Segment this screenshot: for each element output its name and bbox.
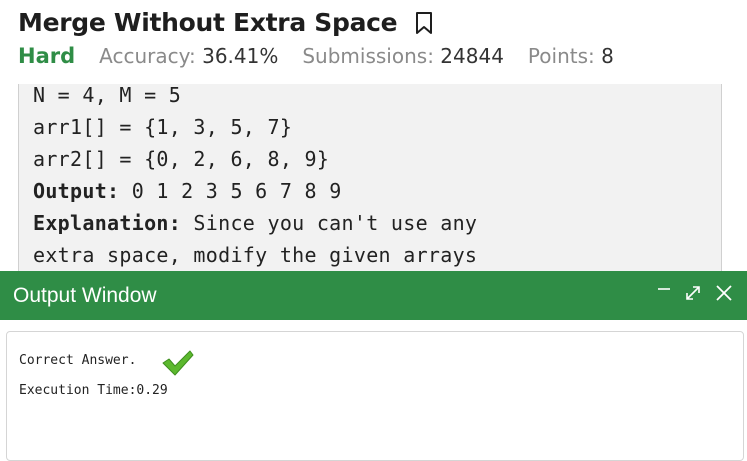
expand-icon[interactable] <box>683 283 703 303</box>
problem-title: Merge Without Extra Space <box>18 8 398 37</box>
example-line-1: N = 4, M = 5 <box>33 83 182 107</box>
output-window-title: Output Window <box>13 284 157 307</box>
problem-header: Merge Without Extra Space <box>18 8 433 37</box>
output-value: 0 1 2 3 5 6 7 8 9 <box>119 179 342 203</box>
example-code-block: N = 4, M = 5 arr1[] = {1, 3, 5, 7} arr2[… <box>18 83 722 284</box>
example-line-2: arr1[] = {1, 3, 5, 7} <box>33 115 293 139</box>
output-window-header[interactable]: Output Window <box>0 271 747 320</box>
submissions-label: Submissions: <box>302 44 434 68</box>
bookmark-icon[interactable] <box>415 11 433 35</box>
output-panel: Correct Answer. Execution Time:0.29 <box>6 331 744 461</box>
output-label: Output: <box>33 179 120 203</box>
example-explanation-line: Explanation: Since you can't use any <box>33 211 477 235</box>
accuracy-label: Accuracy: <box>99 44 196 68</box>
example-output-line: Output: 0 1 2 3 5 6 7 8 9 <box>33 179 342 203</box>
minimize-icon[interactable] <box>657 286 671 300</box>
checkmark-icon <box>161 349 195 381</box>
close-icon[interactable] <box>715 284 733 302</box>
example-line-3: arr2[] = {0, 2, 6, 8, 9} <box>33 147 330 171</box>
window-controls <box>645 283 733 303</box>
result-text: Correct Answer. <box>19 353 137 368</box>
submissions-stat: Submissions: 24844 <box>302 44 504 68</box>
points-value: 8 <box>601 44 614 68</box>
problem-meta: Hard Accuracy: 36.41% Submissions: 24844… <box>18 44 638 68</box>
points-stat: Points: 8 <box>528 44 614 68</box>
explanation-text-1: Since you can't use any <box>181 211 478 235</box>
points-label: Points: <box>527 44 595 68</box>
explanation-text-2: extra space, modify the given arrays <box>33 243 478 267</box>
submissions-value: 24844 <box>440 44 504 68</box>
accuracy-stat: Accuracy: 36.41% <box>99 44 278 68</box>
execution-time-text: Execution Time:0.29 <box>19 383 168 398</box>
difficulty-badge: Hard <box>18 44 76 68</box>
accuracy-value: 36.41% <box>202 44 279 68</box>
explanation-label: Explanation: <box>33 211 182 235</box>
